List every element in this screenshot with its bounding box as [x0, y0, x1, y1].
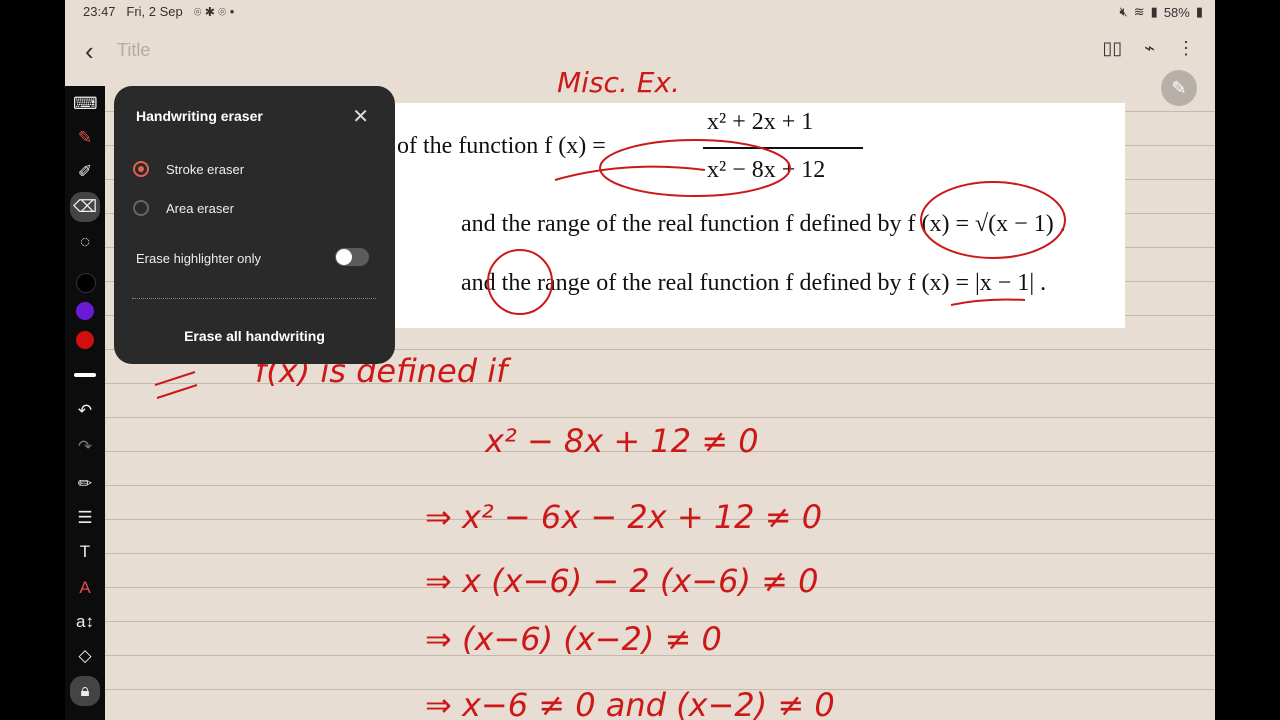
question-line-1: of the function f (x) = — [397, 133, 606, 160]
notes-screen: 23:47 Fri, 2 Sep ⌾ ✱ ⌾ • 🔇︎ ≋ ▮ 58% ▮ ‹ … — [65, 0, 1215, 720]
status-date: Fri, 2 Sep — [126, 4, 183, 19]
shapes-icon[interactable]: ◇ — [73, 644, 97, 668]
status-bar: 23:47 Fri, 2 Sep ⌾ ✱ ⌾ • 🔇︎ ≋ ▮ 58% ▮ — [65, 0, 1215, 24]
status-left: 23:47 Fri, 2 Sep ⌾ ✱ ⌾ • — [83, 4, 234, 20]
erase-all-button[interactable]: Erase all handwriting — [114, 328, 395, 344]
highlighter-icon[interactable]: ✐ — [73, 160, 97, 184]
keyboard-icon[interactable]: ⌨ — [73, 92, 98, 116]
text-tool-icon[interactable]: T — [73, 540, 97, 564]
fraction-numerator: x² + 2x + 1 — [707, 109, 814, 135]
color-purple[interactable] — [76, 302, 94, 320]
font-size-icon[interactable]: a↕ — [73, 610, 97, 634]
fraction-denominator: x² − 8x + 12 — [707, 157, 826, 183]
lasso-icon[interactable]: ◌ — [73, 230, 97, 254]
question-line-3: and the range of the real function f def… — [461, 270, 1047, 296]
battery-icon: ▮ — [1195, 4, 1203, 19]
more-options-icon[interactable]: ⋮ — [1177, 38, 1195, 59]
color-red[interactable] — [76, 331, 94, 349]
pen-settings-icon[interactable]: ✏ — [73, 472, 97, 496]
color-black[interactable] — [76, 273, 96, 293]
signal-icon: ▮ — [1150, 4, 1158, 19]
text-color-icon[interactable]: A — [73, 576, 97, 600]
redo-icon[interactable]: ↷ — [73, 435, 97, 459]
question-1-prefix: of the function — [397, 133, 545, 159]
status-right: 🔇︎ ≋ ▮ 58% ▮ — [1120, 4, 1203, 20]
panel-divider — [132, 298, 376, 299]
stroke-eraser-label[interactable]: Stroke eraser — [166, 162, 244, 177]
status-time: 23:47 — [83, 4, 116, 19]
notification-icons: ⌾ ✱ ⌾ • — [193, 4, 235, 19]
battery-percent: 58% — [1163, 4, 1190, 20]
undo-icon[interactable]: ↶ — [73, 399, 97, 423]
header-actions: ▯▯ ⌁ ⋮ — [1102, 38, 1195, 59]
stroke-eraser-radio[interactable] — [133, 161, 149, 177]
text-align-icon[interactable]: ☰ — [73, 506, 97, 530]
drawing-toolbar: ⌨ ✎ ✐ ⌫ ◌ ↶ ↷ ✏ ☰ T A a↕ ◇ 🔒︎ — [65, 86, 105, 720]
pen-icon[interactable]: ✎ — [73, 126, 97, 150]
mute-icon: 🔇︎ — [1119, 4, 1128, 19]
pasted-question-image[interactable]: of the function f (x) = x² + 2x + 1 x² −… — [395, 103, 1125, 328]
question-1-fx: f (x) = — [544, 133, 606, 159]
eraser-icon[interactable]: ⌫ — [70, 192, 100, 222]
attach-icon[interactable]: ⌁ — [1144, 38, 1155, 59]
note-header: ‹ Title ▯▯ ⌁ ⋮ — [65, 28, 1215, 72]
pen-mode-button[interactable]: ✎ — [1161, 70, 1197, 106]
highlighter-only-toggle[interactable] — [335, 248, 369, 266]
stroke-width-icon[interactable] — [74, 373, 96, 377]
handwriting-eraser-panel: Handwriting eraser ✕ Stroke eraser Area … — [114, 86, 395, 364]
area-eraser-radio[interactable] — [133, 200, 149, 216]
fraction-bar — [703, 147, 863, 149]
wifi-icon: ≋ — [1133, 4, 1145, 19]
question-line-2: and the range of the real function f def… — [461, 211, 1066, 237]
book-view-icon[interactable]: ▯▯ — [1102, 38, 1122, 59]
panel-title: Handwriting eraser — [136, 108, 263, 124]
lock-icon[interactable]: 🔒︎ — [70, 676, 100, 706]
note-title[interactable]: Title — [117, 40, 150, 61]
close-icon[interactable]: ✕ — [352, 104, 369, 129]
highlighter-only-label: Erase highlighter only — [136, 251, 262, 266]
back-icon[interactable]: ‹ — [85, 36, 94, 67]
area-eraser-label[interactable]: Area eraser — [166, 201, 234, 216]
